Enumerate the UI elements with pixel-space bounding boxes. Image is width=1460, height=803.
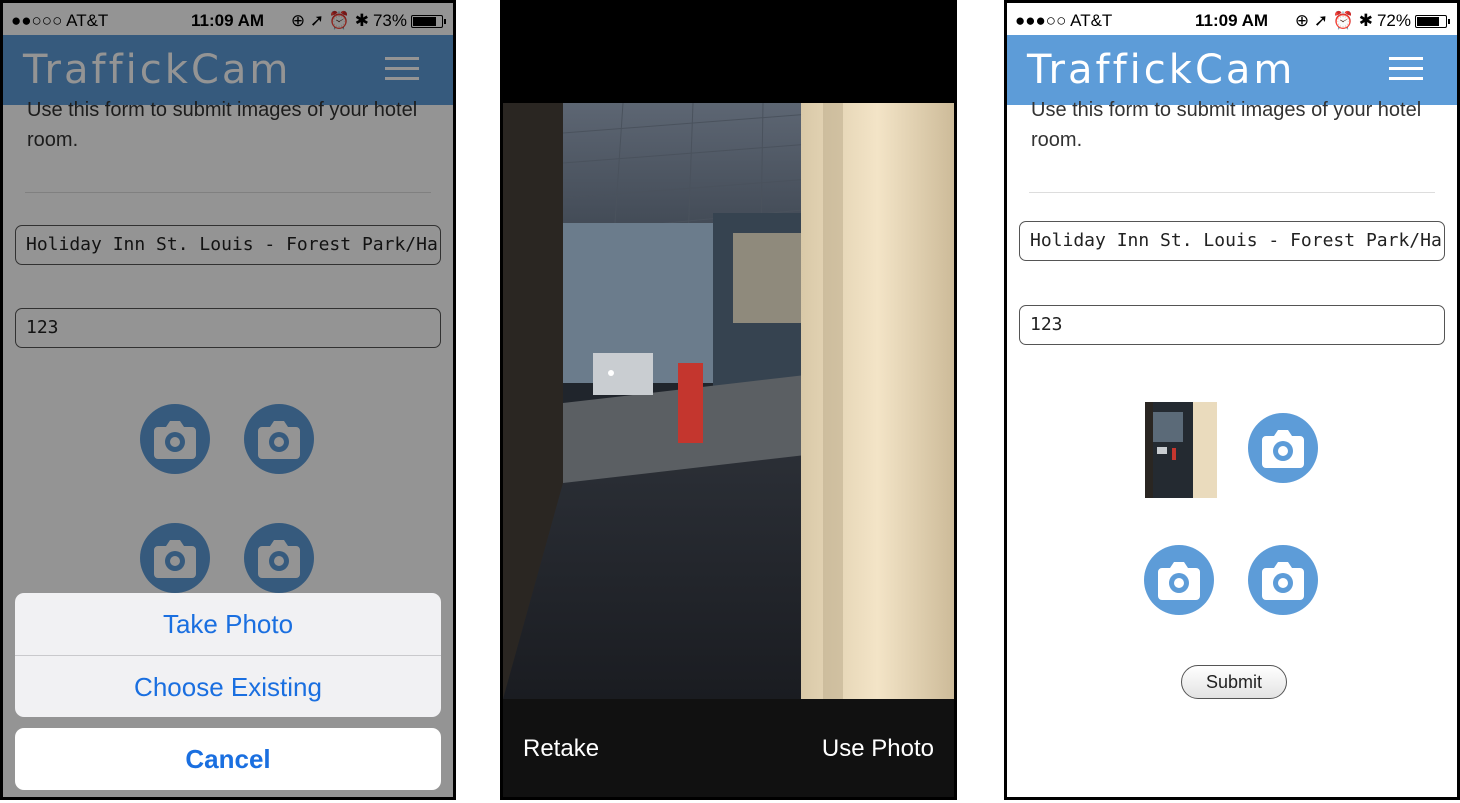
room-number-field[interactable]: 123 — [1019, 305, 1445, 345]
screen-form-with-photo: ●●●○○ AT&T 11:09 AM ⊕ ➚ ⏰ ✱ 72% Traffick… — [1004, 0, 1460, 800]
retake-button[interactable]: Retake — [523, 735, 599, 763]
photo-thumbnail[interactable] — [1145, 402, 1217, 498]
intro-text: Use this form to submit images of your h… — [1031, 99, 1422, 151]
submit-button[interactable]: Submit — [1181, 665, 1287, 699]
battery-percent: 72% — [1376, 11, 1411, 30]
cancel-button[interactable]: Cancel — [15, 728, 441, 790]
carrier-label: ●●●○○ AT&T — [1015, 11, 1113, 30]
camera-icon[interactable] — [1144, 545, 1214, 615]
divider — [1029, 192, 1435, 193]
captured-photo — [503, 103, 954, 699]
use-photo-button[interactable]: Use Photo — [822, 735, 934, 763]
take-photo-button[interactable]: Take Photo — [15, 593, 441, 655]
clock: 11:09 AM — [1195, 11, 1269, 30]
hamburger-menu-icon[interactable] — [1389, 57, 1423, 87]
screen-action-sheet: ●●○○○ AT&T 11:09 AM ⊕ ➚ ⏰ ✱ 73% Traffick… — [0, 0, 456, 800]
camera-icon[interactable] — [1248, 545, 1318, 615]
hotel-name-field[interactable]: Holiday Inn St. Louis - Forest Park/Ha — [1019, 221, 1445, 261]
choose-existing-button[interactable]: Choose Existing — [15, 656, 441, 717]
status-icons: ⊕ ➚ ⏰ ✱ — [1294, 11, 1373, 30]
action-sheet: Take Photo Choose Existing — [15, 593, 441, 717]
battery-icon — [1415, 14, 1450, 28]
status-bar: ●●●○○ AT&T 11:09 AM ⊕ ➚ ⏰ ✱ 72% — [1007, 3, 1457, 35]
screen-camera-preview: Retake Use Photo — [500, 0, 957, 800]
app-logo[interactable]: TraffickCam — [1027, 47, 1295, 93]
camera-icon[interactable] — [1248, 413, 1318, 483]
